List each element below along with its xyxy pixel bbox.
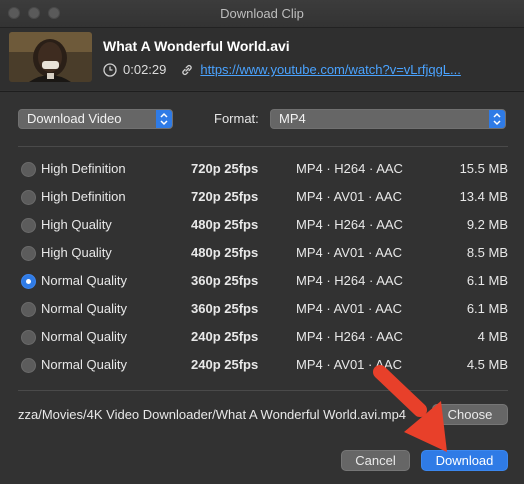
size-label: 4 MB: [477, 329, 508, 344]
resolution-label: 360p 25fps: [191, 273, 259, 288]
quality-label: High Definition: [41, 189, 126, 204]
format-select[interactable]: MP4: [270, 109, 506, 129]
clip-title: What A Wonderful World.avi: [103, 38, 290, 54]
codec-label: MP4 · H264 · AAC: [296, 161, 403, 176]
quality-row[interactable]: Normal Quality 360p 25fps MP4 · H264 · AAC…: [18, 267, 508, 295]
codec-label: MP4 · AV01 · AAC: [296, 189, 402, 204]
resolution-label: 240p 25fps: [191, 357, 259, 372]
window-title: Download Clip: [220, 6, 304, 21]
quality-label: Normal Quality: [41, 273, 127, 288]
quality-row[interactable]: High Quality 480p 25fps MP4 · AV01 · AAC 8.…: [18, 239, 508, 267]
quality-label: High Quality: [41, 217, 112, 232]
codec-label: MP4 · H264 · AAC: [296, 273, 403, 288]
download-mode-select[interactable]: Download Video: [18, 109, 173, 129]
list-divider: [18, 390, 508, 391]
resolution-label: 480p 25fps: [191, 217, 259, 232]
size-label: 15.5 MB: [459, 161, 508, 176]
header-divider: [0, 91, 524, 92]
save-path-field[interactable]: zza/Movies/4K Video Downloader/What A Wo…: [18, 404, 436, 426]
codec-label: MP4 · H264 · AAC: [296, 329, 403, 344]
quality-radio[interactable]: [21, 302, 36, 317]
format-label: Format:: [214, 111, 259, 126]
video-thumbnail: [9, 32, 92, 82]
resolution-label: 240p 25fps: [191, 329, 259, 344]
quality-label: Normal Quality: [41, 329, 127, 344]
download-mode-value: Download Video: [27, 111, 122, 126]
resolution-label: 480p 25fps: [191, 245, 259, 260]
quality-row[interactable]: Normal Quality 360p 25fps MP4 · AV01 · AAC…: [18, 295, 508, 323]
quality-label: Normal Quality: [41, 357, 127, 372]
quality-row[interactable]: High Quality 480p 25fps MP4 · H264 · AAC 9.…: [18, 211, 508, 239]
quality-row[interactable]: High Definition 720p 25fps MP4 · H264 · AA…: [18, 155, 508, 183]
codec-label: MP4 · AV01 · AAC: [296, 245, 402, 260]
quality-row[interactable]: High Definition 720p 25fps MP4 · AV01 · AA…: [18, 183, 508, 211]
size-label: 6.1 MB: [466, 301, 508, 316]
quality-label: Normal Quality: [41, 301, 127, 316]
codec-label: MP4 · H264 · AAC: [296, 217, 403, 232]
codec-label: MP4 · AV01 · AAC: [296, 357, 402, 372]
resolution-label: 360p 25fps: [191, 301, 259, 316]
link-icon: [180, 63, 194, 77]
codec-label: MP4 · AV01 · AAC: [296, 301, 402, 316]
choose-button[interactable]: Choose: [432, 404, 508, 425]
chevron-updown-icon: [156, 110, 172, 128]
quality-label: High Quality: [41, 245, 112, 260]
format-value: MP4: [279, 111, 306, 126]
size-label: 8.5 MB: [466, 245, 508, 260]
title-bar: Download Clip: [0, 0, 524, 28]
size-label: 13.4 MB: [459, 189, 508, 204]
chevron-updown-icon: [489, 110, 505, 128]
size-label: 4.5 MB: [466, 357, 508, 372]
options-divider: [18, 146, 508, 147]
quality-radio[interactable]: [21, 358, 36, 373]
size-label: 6.1 MB: [466, 273, 508, 288]
clip-url-link[interactable]: https://www.youtube.com/watch?v=vLrfjqgL…: [200, 62, 461, 77]
quality-radio[interactable]: [21, 190, 36, 205]
quality-radio[interactable]: [21, 330, 36, 345]
download-button[interactable]: Download: [421, 450, 508, 471]
clip-header: What A Wonderful World.avi 0:02:29 https…: [0, 28, 524, 90]
resolution-label: 720p 25fps: [191, 161, 259, 176]
quality-radio[interactable]: [21, 162, 36, 177]
clock-icon: [103, 62, 117, 77]
quality-row[interactable]: Normal Quality 240p 25fps MP4 · AV01 · AAC…: [18, 351, 508, 379]
resolution-label: 720p 25fps: [191, 189, 259, 204]
quality-label: High Definition: [41, 161, 126, 176]
size-label: 9.2 MB: [466, 217, 508, 232]
cancel-button[interactable]: Cancel: [341, 450, 410, 471]
quality-radio[interactable]: [21, 218, 36, 233]
clip-meta: 0:02:29 https://www.youtube.com/watch?v=…: [103, 62, 461, 77]
clip-duration: 0:02:29: [123, 62, 167, 77]
quality-radio[interactable]: [21, 246, 36, 261]
quality-row[interactable]: Normal Quality 240p 25fps MP4 · H264 · AAC…: [18, 323, 508, 351]
quality-radio[interactable]: [21, 274, 36, 289]
